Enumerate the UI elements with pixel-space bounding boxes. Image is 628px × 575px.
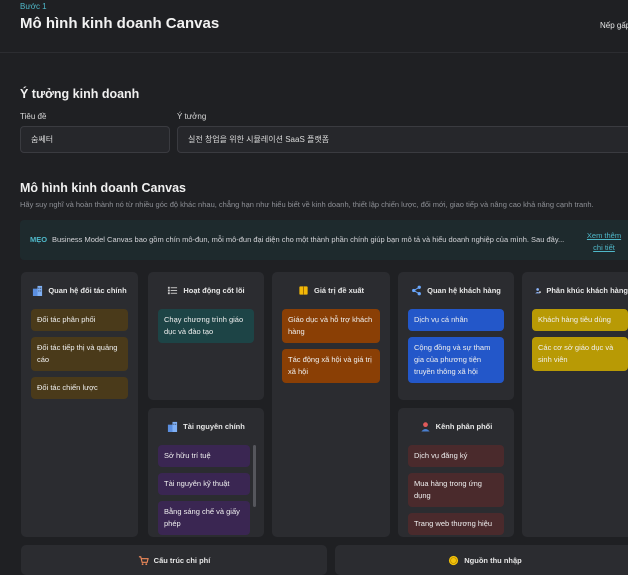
title-input[interactable]: 숨쎄터 [20,126,170,153]
coin-icon [449,555,459,565]
channels-title: Kênh phân phối [435,421,493,431]
key-resources-header: Tài nguyên chính [148,418,264,434]
see-more-line2: chi tiết [593,243,615,252]
customer-segments-panel: Phân khúc khách hàng Khách hàng tiêu dùn… [522,272,628,537]
customer-segments-header: Phân khúc khách hàng [535,282,628,298]
canvas-subtitle: Hãy suy nghĩ và hoàn thành nó từ nhiều g… [20,200,594,209]
value-propositions-title: Giá trị đề xuất [313,285,364,295]
partners-item[interactable]: Đối tác tiếp thị và quảng cáo [31,337,128,371]
gift-icon [299,285,308,295]
key-resources-title: Tài nguyên chính [183,421,245,431]
customer-relationships-title: Quan hệ khách hàng [427,285,501,295]
idea-input[interactable]: 실전 창업을 위한 시뮬레이션 SaaS 플랫폼 [177,126,628,153]
checklist-icon [168,286,178,294]
revenue-streams-panel: Nguồn thu nhập [335,545,628,575]
segments-item[interactable]: Khách hàng tiêu dùng [532,309,628,331]
resources-item[interactable]: Tài nguyên kỹ thuật [158,473,250,495]
divider [0,52,628,53]
value-item[interactable]: Tác động xã hội và giá trị xã hội [282,349,380,383]
cost-structure-header: Cấu trúc chi phí [21,545,327,575]
channels-item[interactable]: Dịch vụ đăng ký [408,445,504,467]
building-icon [33,285,43,296]
segments-item[interactable]: Các cơ sở giáo dục và sinh viên [532,337,628,371]
person-icon [421,421,430,432]
key-activities-panel: Hoạt động cốt lõi Chạy chương trình giáo… [148,272,264,400]
cost-structure-title: Cấu trúc chi phí [153,555,211,565]
customer-relationships-panel: Quan hệ khách hàng Dịch vụ cá nhân Cộng … [398,272,514,400]
idea-section-title: Ý tưởng kinh doanh [20,87,140,101]
key-partners-panel: Quan hệ đối tác chính Đối tác phân phối … [21,272,138,537]
partners-item[interactable]: Đối tác chiến lược [31,377,128,399]
channels-item[interactable]: Trang web thương hiệu [408,513,504,535]
value-item[interactable]: Giáo dục và hỗ trợ khách hàng [282,309,380,343]
collapse-button[interactable]: Nếp gấp [600,21,628,30]
channels-header: Kênh phân phối [398,418,514,434]
channels-panel: Kênh phân phối Dịch vụ đăng ký Mua hàng … [398,408,514,537]
relations-item[interactable]: Cộng đồng và sự tham gia của phương tiện… [408,337,504,383]
key-resources-panel: Tài nguyên chính Sở hữu trí tuệ Tài nguy… [148,408,264,537]
tip-banner: MẸO Business Model Canvas bao gồm chín m… [20,220,628,260]
page-title: Mô hình kinh doanh Canvas [20,15,220,32]
value-propositions-header: Giá trị đề xuất [272,282,390,298]
key-activities-header: Hoạt động cốt lõi [148,282,264,298]
canvas-section-title: Mô hình kinh doanh Canvas [20,181,186,195]
key-partners-title: Quan hệ đối tác chính [48,285,127,295]
building-icon [168,421,178,432]
resources-item[interactable]: Sở hữu trí tuệ [158,445,250,467]
idea-field-label: Ý tưởng [177,112,207,121]
customer-segments-title: Phân khúc khách hàng [546,285,628,295]
revenue-streams-title: Nguồn thu nhập [464,555,522,565]
see-more-line1: Xem thêm [586,231,622,240]
cost-structure-panel: Cấu trúc chi phí [21,545,327,575]
partners-item[interactable]: Đối tác phân phối [31,309,128,331]
value-propositions-panel: Giá trị đề xuất Giáo dục và hỗ trợ khách… [272,272,390,537]
resources-item[interactable]: Bằng sáng chế và giấy phép [158,501,250,535]
title-field-label: Tiêu đề [20,112,47,121]
revenue-streams-header: Nguồn thu nhập [335,545,628,575]
activities-item[interactable]: Chạy chương trình giáo dục và đào tạo [158,309,254,343]
tip-text: Business Model Canvas bao gồm chín mô-đu… [52,235,565,244]
cart-icon [138,555,149,565]
relations-item[interactable]: Dịch vụ cá nhân [408,309,504,331]
see-more-link[interactable]: Xem thêm chi tiết [580,230,628,254]
key-partners-header: Quan hệ đối tác chính [21,282,138,298]
share-icon [412,285,422,295]
customer-relationships-header: Quan hệ khách hàng [398,282,514,298]
resources-scrollbar[interactable] [253,445,256,507]
tip-tag: MẸO [30,235,48,244]
key-activities-title: Hoạt động cốt lõi [183,285,245,295]
step-label: Bước 1 [20,2,47,11]
user-settings-icon [535,287,541,293]
channels-item[interactable]: Mua hàng trong ứng dụng [408,473,504,507]
